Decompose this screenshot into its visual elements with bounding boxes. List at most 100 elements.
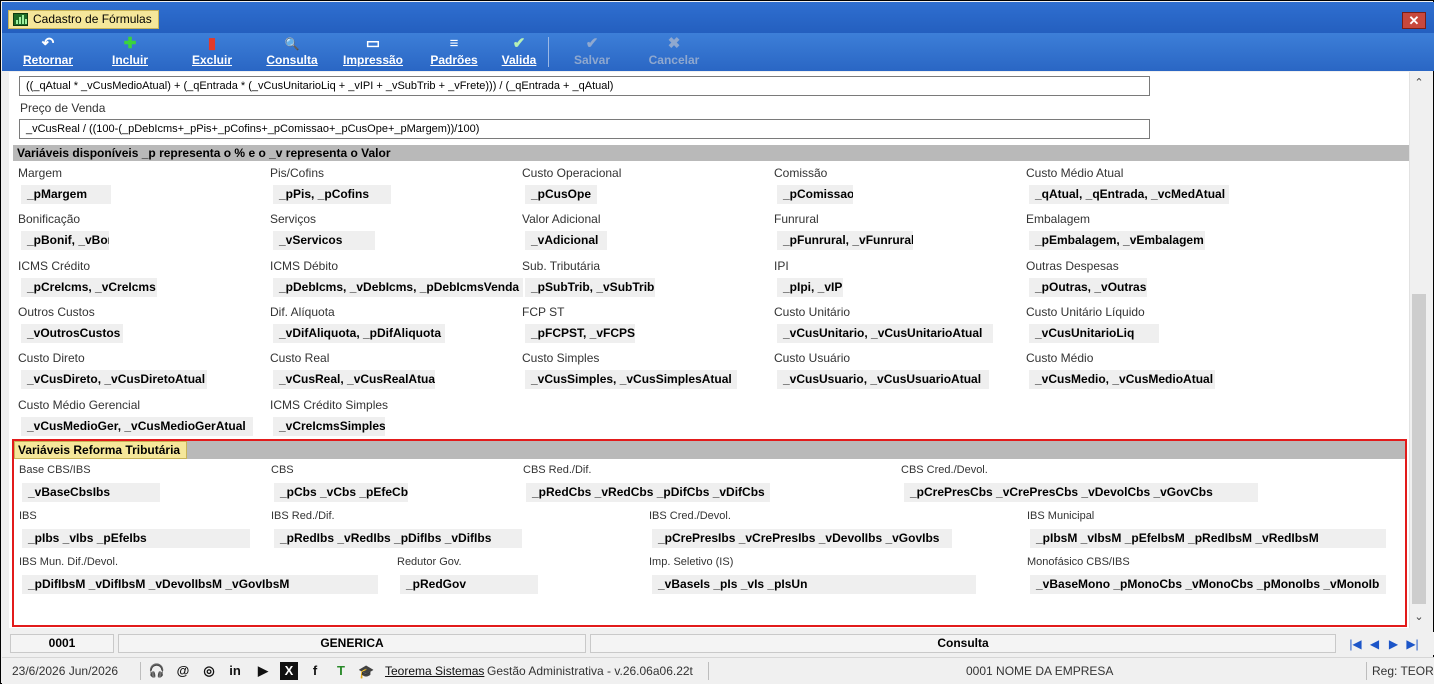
custo-medio-formula-field[interactable]: ((_qAtual * _vCusMedioAtual) + (_qEntrad… (19, 76, 1150, 96)
variable-value: _pSubTrib, _vSubTrib (525, 277, 655, 297)
printer-icon: ▭ (365, 35, 381, 52)
formula-code: 0001 (10, 634, 114, 653)
variable-value: _vServicos (273, 231, 375, 251)
reforma-variable-label: CBS Red./Dif. (523, 464, 592, 476)
previous-record-icon[interactable]: ◀ (1365, 635, 1384, 653)
variable-label: Custo Real (270, 351, 330, 366)
linkedin-icon[interactable]: in (226, 662, 244, 680)
footer-empresa: 0001 NOME DA EMPRESA (966, 664, 1114, 678)
reforma-header: Variáveis Reforma Tributária (14, 441, 188, 459)
cancelar-label: Cancelar (648, 53, 700, 67)
footer-divider (140, 662, 141, 680)
facebook-icon[interactable]: f (306, 662, 324, 680)
footer-version: Gestão Administrativa - v.26.06a06.22t (487, 664, 693, 678)
excluir-label: Excluir (191, 53, 233, 67)
variable-label: ICMS Crédito (18, 258, 91, 273)
reforma-tributaria-section: Variáveis Reforma Tributária Base CBS/IB… (12, 439, 1407, 627)
variable-value: _vCusReal, _vCusRealAtual (273, 370, 435, 390)
variable-label: FCP ST (522, 304, 565, 319)
impressao-button[interactable]: ▭ Impressão (336, 35, 410, 69)
headset-icon[interactable]: 🎧 (148, 662, 166, 680)
valida-label: Valida (501, 53, 537, 67)
teorema-logo-icon[interactable]: T (332, 662, 350, 680)
footer: 23/6/2026 Jun/2026 🎧 @ ◎ in ▶ X f T 🎓 Te… (2, 657, 1434, 684)
variable-value: _pIpi, _vIPI (777, 277, 843, 297)
toolbar: ↶ Retornar ✚ Incluir ▮ Excluir 🔍 Consult… (2, 33, 1434, 71)
salvar-button[interactable]: ✔ Salvar (564, 35, 620, 69)
check-icon: ✔ (585, 35, 599, 52)
close-button[interactable]: ✕ (1402, 12, 1426, 29)
impressao-label: Impressão (342, 53, 404, 67)
reforma-variable-value: _pDifIbsM _vDifIbsM _vDevolIbsM _vGovIbs… (22, 575, 378, 594)
variable-label: Custo Unitário (774, 304, 851, 319)
reforma-variable-value: _pCrePresCbs _vCrePresCbs _vDevolCbs _vG… (904, 483, 1258, 502)
variable-value: _pCusOpe (525, 185, 597, 204)
consulta-label: Consulta (266, 53, 318, 67)
consulta-button[interactable]: 🔍 Consulta (260, 35, 324, 69)
reforma-variable-label: IBS Mun. Dif./Devol. (19, 556, 119, 568)
variable-value: _vCusUnitario, _vCusUnitarioAtual (777, 323, 993, 343)
app-icon (13, 13, 28, 26)
padroes-button[interactable]: ≡ Padrões (422, 35, 486, 69)
variable-label: Bonificação (18, 212, 81, 227)
last-record-icon[interactable]: ▶| (1403, 635, 1422, 653)
variable-label: ICMS Crédito Simples (270, 397, 389, 412)
plus-icon: ✚ (123, 35, 137, 52)
cancel-icon: ✖ (667, 35, 681, 52)
reforma-variable-value: _pRedCbs _vRedCbs _pDifCbs _vDifCbs (526, 483, 770, 502)
variable-value: _vCreIcmsSimples (273, 416, 385, 436)
x-icon[interactable]: X (280, 662, 298, 680)
trash-icon: ▮ (207, 35, 217, 52)
variable-value: _pFunrural, _vFunrural (777, 231, 913, 251)
reforma-variable-value: _pRedGov (400, 575, 538, 594)
vertical-scrollbar[interactable]: ⌃ ⌄ (1409, 72, 1428, 628)
teorema-link[interactable]: Teorema Sistemas (385, 664, 484, 678)
reforma-variable-label: CBS (271, 464, 294, 476)
scroll-down-icon[interactable]: ⌄ (1410, 608, 1428, 626)
variable-label: Custo Operacional (522, 166, 622, 180)
reforma-variable-value: _pIbsM _vIbsM _pEfeIbsM _pRedIbsM _vRedI… (1030, 529, 1386, 548)
reforma-variable-value: _pRedIbs _vRedIbs _pDifIbs _vDifIbs (274, 529, 522, 548)
variable-label: Embalagem (1026, 212, 1091, 227)
variable-label: Dif. Alíquota (270, 304, 335, 319)
scroll-up-icon[interactable]: ⌃ (1410, 74, 1428, 92)
formula-form: ((_qAtual * _vCusMedioAtual) + (_qEntrad… (9, 72, 1409, 628)
reforma-variable-label: IBS Municipal (1027, 510, 1095, 522)
variable-value: _vDifAliquota, _pDifAliquota (273, 323, 445, 343)
variable-label: Comissão (774, 166, 828, 180)
instagram-icon[interactable]: ◎ (200, 662, 218, 680)
youtube-icon[interactable]: ▶ (254, 662, 272, 680)
graduation-cap-icon[interactable]: 🎓 (358, 664, 374, 680)
reforma-variable-value: _vBaseIs _pIs _vIs _pIsUn (652, 575, 976, 594)
window: Cadastro de Fórmulas ✕ ↶ Retornar ✚ Incl… (0, 0, 1434, 684)
email-icon[interactable]: @ (174, 662, 192, 680)
variable-label: Custo Simples (522, 351, 600, 366)
variable-value: _pFCPST, _vFCPST (525, 323, 635, 343)
preco-venda-formula-field[interactable]: _vCusReal / ((100-(_pDebIcms+_pPis+_pCof… (19, 119, 1150, 139)
window-title-box: Cadastro de Fórmulas (8, 10, 159, 29)
reforma-variable-label: Imp. Seletivo (IS) (649, 556, 734, 568)
excluir-button[interactable]: ▮ Excluir (184, 35, 240, 69)
variable-value: _vCusMedioGer, _vCusMedioGerAtual (21, 416, 253, 436)
footer-date: 23/6/2026 Jun/2026 (12, 664, 119, 678)
valida-button[interactable]: ✔ Valida (496, 35, 542, 69)
reforma-variable-value: _pIbs _vIbs _pEfeIbs (22, 529, 250, 548)
reforma-variable-label: IBS (19, 510, 37, 522)
incluir-button[interactable]: ✚ Incluir (102, 35, 158, 69)
record-navigation: |◀ ◀ ▶ ▶| (1346, 635, 1428, 653)
footer-divider (708, 662, 709, 680)
variable-value: _qAtual, _qEntrada, _vcMedAtual (1029, 185, 1229, 204)
scroll-thumb[interactable] (1412, 294, 1426, 604)
cancelar-button[interactable]: ✖ Cancelar (642, 35, 706, 69)
retornar-button[interactable]: ↶ Retornar (16, 35, 80, 69)
variable-value: _pComissao (777, 185, 853, 204)
variable-label: Custo Médio (1026, 351, 1094, 366)
first-record-icon[interactable]: |◀ (1346, 635, 1365, 653)
next-record-icon[interactable]: ▶ (1384, 635, 1403, 653)
return-icon: ↶ (41, 35, 55, 52)
variable-label: Outros Custos (18, 304, 95, 319)
footer-reg: Reg: TEOR (1372, 664, 1434, 678)
variable-value: _vCusDireto, _vCusDiretoAtual (21, 370, 207, 390)
variable-label: IPI (774, 258, 789, 273)
reforma-variable-label: IBS Red./Dif. (271, 510, 335, 522)
